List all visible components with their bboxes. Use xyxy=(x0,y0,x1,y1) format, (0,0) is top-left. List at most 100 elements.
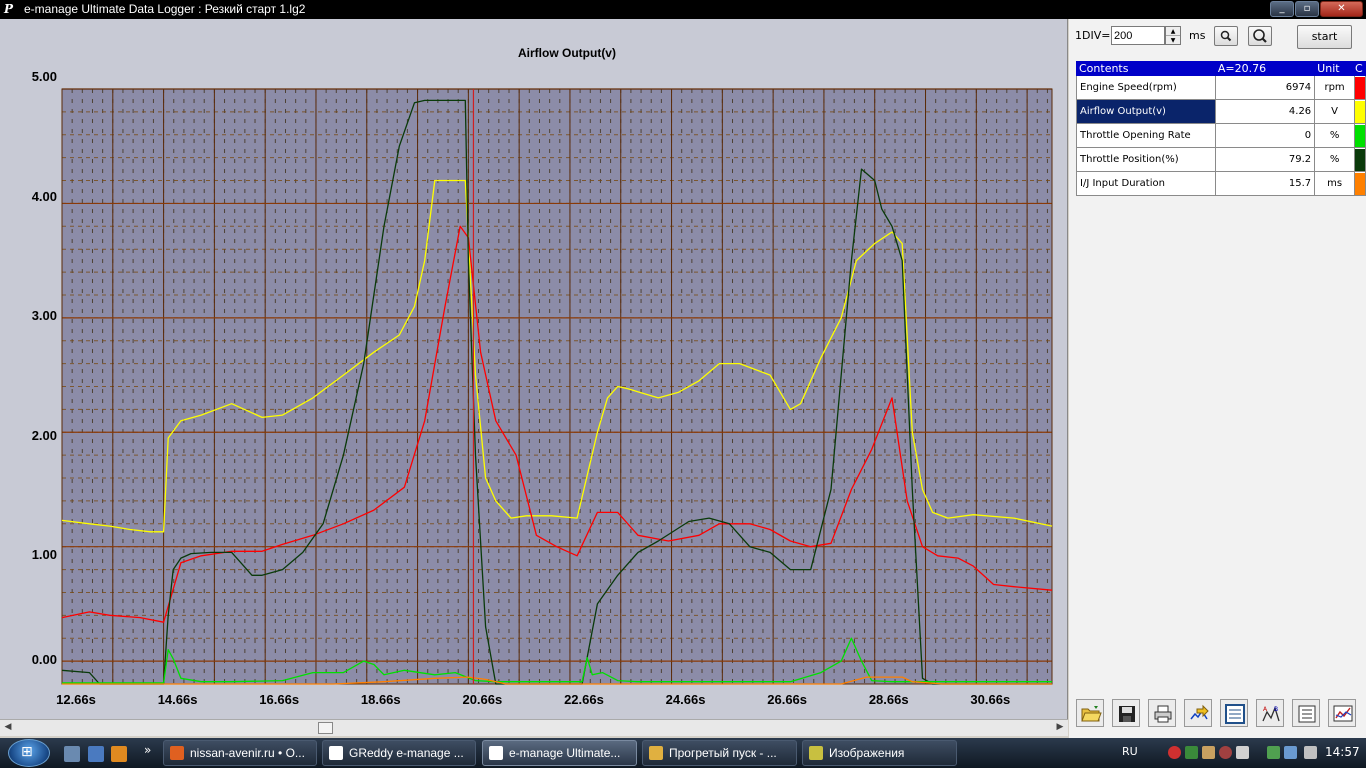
channel-color[interactable] xyxy=(1353,147,1366,172)
scroll-thumb[interactable] xyxy=(318,722,333,734)
windows-start-button[interactable]: ⊞ xyxy=(8,739,50,767)
channel-value: 0 xyxy=(1214,123,1316,148)
horizontal-scrollbar[interactable]: ◀ ▶ xyxy=(0,719,1068,736)
zoom-out-button[interactable] xyxy=(1248,26,1272,46)
y-tick-label: 5.00 xyxy=(32,69,57,84)
minimize-button[interactable]: _ xyxy=(1270,1,1294,17)
scroll-right-arrow[interactable]: ▶ xyxy=(1054,722,1066,734)
x-tick-label: 28.66s xyxy=(869,692,909,707)
list-icon xyxy=(1298,705,1316,723)
channel-color[interactable] xyxy=(1353,75,1366,100)
print-icon xyxy=(1154,705,1172,723)
channel-color[interactable] xyxy=(1353,99,1366,124)
channel-table: Contents A=20.76 Unit C Engine Speed(rpm… xyxy=(1076,61,1366,196)
channel-value: 4.26 xyxy=(1214,99,1316,124)
ab-chart-icon: AB xyxy=(1262,706,1280,722)
scroll-left-arrow[interactable]: ◀ xyxy=(2,722,14,734)
close-button[interactable]: ✕ xyxy=(1320,1,1363,17)
maximize-button[interactable]: ▫ xyxy=(1295,1,1319,17)
volume-icon[interactable] xyxy=(1304,746,1317,759)
print-button[interactable] xyxy=(1148,699,1176,727)
start-button[interactable]: start xyxy=(1297,25,1352,49)
tray-network-icon[interactable] xyxy=(1236,746,1249,759)
channel-name: Engine Speed(rpm) xyxy=(1076,75,1216,100)
line-chart[interactable]: Airflow Output(v) 5.00 4.00 3.00 2.00 1.00 0.0… xyxy=(0,19,1068,719)
show-desktop-icon[interactable] xyxy=(64,746,80,762)
chart-panel[interactable]: Airflow Output(v) 5.00 4.00 3.00 2.00 1.00 0.0… xyxy=(0,19,1068,719)
open-folder-icon xyxy=(1081,706,1102,722)
taskbar-item-greddy[interactable]: GReddy e-manage ... xyxy=(322,740,476,766)
taskbar-item-video[interactable]: Прогретый пуск - ... xyxy=(642,740,797,766)
app-window: Airflow Output(v) 5.00 4.00 3.00 2.00 1.00 0.0… xyxy=(0,19,1366,738)
video-icon xyxy=(649,746,663,760)
folder-icon xyxy=(809,746,823,760)
channel-unit: V xyxy=(1314,99,1355,124)
list-button[interactable] xyxy=(1292,699,1320,727)
table-row[interactable]: Airflow Output(v) 4.26 V xyxy=(1076,99,1366,124)
y-tick-label: 4.00 xyxy=(32,189,57,204)
windows-logo-icon: ⊞ xyxy=(21,744,33,760)
table-row[interactable]: I/J Input Duration 15.7 ms xyxy=(1076,171,1366,196)
x-tick-label: 16.66s xyxy=(259,692,299,707)
taskbar: ⊞ » nissan-avenir.ru • О... GReddy e-man… xyxy=(0,738,1366,768)
magnifier-large-icon xyxy=(1253,29,1267,43)
x-tick-label: 30.66s xyxy=(970,692,1010,707)
media-player-icon[interactable] xyxy=(111,746,127,762)
taskbar-item-browser[interactable]: nissan-avenir.ru • О... xyxy=(163,740,317,766)
table-header-row: Contents A=20.76 Unit C xyxy=(1076,61,1366,76)
switch-windows-icon[interactable] xyxy=(88,746,104,762)
header-unit: Unit xyxy=(1314,61,1355,76)
table-row[interactable]: Engine Speed(rpm) 6974 rpm xyxy=(1076,75,1366,100)
taskbar-item-images[interactable]: Изображения xyxy=(802,740,957,766)
tray-stop-icon[interactable] xyxy=(1168,746,1181,759)
emanage-icon xyxy=(329,746,343,760)
tray-usb-icon[interactable] xyxy=(1267,746,1280,759)
div-unit: ms xyxy=(1189,29,1206,42)
export-icon xyxy=(1190,704,1209,720)
channel-name: I/J Input Duration xyxy=(1076,171,1216,196)
svg-text:B: B xyxy=(1274,706,1278,713)
color-swatch xyxy=(1354,148,1365,171)
x-tick-label: 12.66s xyxy=(56,692,96,707)
tray-app-icon[interactable] xyxy=(1202,746,1215,759)
y-tick-label: 1.00 xyxy=(32,547,57,562)
title-bar: P e-manage Ultimate Data Logger : Резкий… xyxy=(0,0,1366,19)
channel-unit: % xyxy=(1314,147,1355,172)
side-panel: 1DIV= ▲ ▼ ms start Contents A=20.76 Unit… xyxy=(1069,19,1366,738)
div-spinner[interactable]: ▲ ▼ xyxy=(1165,26,1181,45)
y-tick-label: 2.00 xyxy=(32,428,57,443)
view-button[interactable] xyxy=(1220,699,1248,727)
div-input[interactable] xyxy=(1111,26,1165,45)
tray-connection-icon[interactable] xyxy=(1284,746,1297,759)
channel-unit: rpm xyxy=(1314,75,1355,100)
spin-down-icon[interactable]: ▼ xyxy=(1166,36,1180,45)
tray-monitor-icon[interactable] xyxy=(1185,746,1198,759)
zoom-in-button[interactable] xyxy=(1214,26,1238,46)
tray-security-icon[interactable] xyxy=(1219,746,1232,759)
channel-color[interactable] xyxy=(1353,171,1366,196)
save-button[interactable] xyxy=(1112,699,1140,727)
language-indicator[interactable]: RU xyxy=(1122,745,1138,758)
channel-name: Throttle Opening Rate xyxy=(1076,123,1216,148)
open-button[interactable] xyxy=(1076,699,1104,727)
channel-unit: ms xyxy=(1314,171,1355,196)
settings-chart-button[interactable] xyxy=(1328,699,1356,727)
view-icon xyxy=(1225,704,1245,724)
clock: 14:57 xyxy=(1325,745,1360,759)
channel-value: 15.7 xyxy=(1214,171,1316,196)
taskbar-item-logger[interactable]: e-manage Ultimate... xyxy=(482,740,637,766)
export-button[interactable] xyxy=(1184,699,1212,727)
ab-chart-button[interactable]: AB xyxy=(1256,699,1284,727)
quicklaunch-more-icon[interactable]: » xyxy=(144,743,151,757)
channel-name: Throttle Position(%) xyxy=(1076,147,1216,172)
header-color: C xyxy=(1353,61,1366,76)
x-tick-label: 20.66s xyxy=(462,692,502,707)
y-tick-label: 0.00 xyxy=(32,652,57,667)
spin-up-icon[interactable]: ▲ xyxy=(1166,27,1180,36)
table-row[interactable]: Throttle Opening Rate 0 % xyxy=(1076,123,1366,148)
magnifier-small-icon xyxy=(1220,30,1232,42)
table-row[interactable]: Throttle Position(%) 79.2 % xyxy=(1076,147,1366,172)
x-tick-label: 14.66s xyxy=(158,692,198,707)
color-swatch xyxy=(1354,172,1365,195)
channel-color[interactable] xyxy=(1353,123,1366,148)
